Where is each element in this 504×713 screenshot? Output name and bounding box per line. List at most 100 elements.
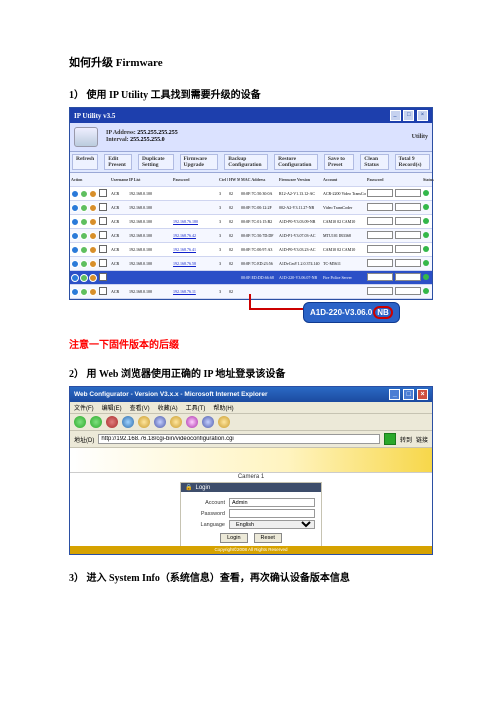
open-icon[interactable] — [89, 260, 97, 268]
home-icon[interactable] — [138, 416, 150, 428]
btn-edit-present[interactable]: Edit Present — [104, 154, 132, 170]
cell-pw-input[interactable] — [395, 189, 421, 197]
info-icon[interactable] — [71, 218, 79, 226]
open-icon[interactable] — [89, 274, 97, 282]
table-row[interactable]: ACR192.168.0.100192.168.76.5830200:0F:7C… — [70, 257, 432, 271]
ie-close-icon[interactable]: × — [417, 389, 428, 400]
menu-file[interactable]: 文件(F) — [74, 403, 94, 412]
play-icon[interactable] — [80, 190, 88, 198]
row-checkbox[interactable] — [99, 217, 107, 225]
login-button[interactable]: Login — [220, 533, 247, 543]
forward-icon[interactable] — [90, 416, 102, 428]
open-icon[interactable] — [89, 190, 97, 198]
account-input[interactable] — [229, 498, 315, 507]
btn-backup[interactable]: Backup Configuration — [224, 154, 268, 170]
cell-acc-input[interactable] — [367, 217, 393, 225]
cell-pw-input[interactable] — [395, 273, 421, 281]
cell-link[interactable]: 192.168.76.180 — [172, 218, 218, 225]
menu-help[interactable]: 帮助(H) — [213, 403, 233, 412]
callout-annotation: A1D-220-V3.06.0NB — [69, 294, 435, 328]
btn-duplicate[interactable]: Duplicate Setting — [138, 154, 174, 170]
row-checkbox[interactable] — [99, 273, 107, 281]
password-input[interactable] — [229, 509, 315, 518]
minimize-icon[interactable]: _ — [390, 110, 401, 121]
table-row[interactable]: ACR192.168.0.10030200:0F:7C:00:12:2F002-… — [70, 201, 432, 215]
play-icon[interactable] — [80, 204, 88, 212]
refresh-icon[interactable] — [122, 416, 134, 428]
play-icon[interactable] — [80, 246, 88, 254]
favorites-icon[interactable] — [170, 416, 182, 428]
open-icon[interactable] — [89, 218, 97, 226]
open-icon[interactable] — [89, 204, 97, 212]
table-row[interactable]: ACR192.168.0.100192.168.76.4130200:0F:7C… — [70, 243, 432, 257]
print-icon[interactable] — [218, 416, 230, 428]
play-icon[interactable] — [80, 274, 88, 282]
ie-window-buttons: _ □ × — [388, 389, 428, 400]
table-row[interactable]: 00:0F:ED:DD:66:68A1D-220-V3.06.07-NBFire… — [70, 271, 432, 285]
cell-acc-input[interactable] — [367, 273, 393, 281]
links-label[interactable]: 链接 — [416, 435, 428, 444]
open-icon[interactable] — [89, 246, 97, 254]
ie-maximize-icon[interactable]: □ — [403, 389, 414, 400]
cell-pw-input[interactable] — [395, 259, 421, 267]
close-icon[interactable]: × — [417, 110, 428, 121]
row-checkbox[interactable] — [99, 189, 107, 197]
play-icon[interactable] — [80, 232, 88, 240]
btn-clean-status[interactable]: Clean Status — [360, 154, 388, 170]
row-checkbox[interactable] — [99, 231, 107, 239]
cell-link[interactable]: 192.168.76.58 — [172, 260, 218, 267]
mail-icon[interactable] — [202, 416, 214, 428]
cell-fwver — [278, 291, 322, 293]
stop-icon[interactable] — [106, 416, 118, 428]
back-icon[interactable] — [74, 416, 86, 428]
language-select[interactable]: English — [229, 520, 315, 529]
info-icon[interactable] — [71, 204, 79, 212]
cell-link[interactable]: 192.168.76.41 — [172, 246, 218, 253]
play-icon[interactable] — [80, 218, 88, 226]
info-icon[interactable] — [71, 190, 79, 198]
menu-tools[interactable]: 工具(T) — [186, 403, 206, 412]
cell-acc-input[interactable] — [367, 189, 393, 197]
menu-fav[interactable]: 收藏(A) — [158, 403, 178, 412]
cell-pw-input[interactable] — [395, 217, 421, 225]
table-row[interactable]: ACR192.168.0.100192.168.76.4230200:0F:7C… — [70, 229, 432, 243]
cell-link[interactable] — [172, 207, 218, 209]
reset-button[interactable]: Reset — [254, 533, 282, 543]
maximize-icon[interactable]: □ — [403, 110, 414, 121]
utility-tab[interactable]: Utility — [412, 134, 428, 140]
cell-acc-input[interactable] — [367, 245, 393, 253]
info-icon[interactable] — [71, 232, 79, 240]
address-input[interactable] — [98, 434, 380, 444]
go-button-icon[interactable] — [384, 433, 396, 445]
menu-view[interactable]: 查看(V) — [130, 403, 150, 412]
btn-refresh[interactable]: Refresh — [72, 154, 98, 170]
history-icon[interactable] — [186, 416, 198, 428]
table-row[interactable]: ACR192.168.0.10030200:0F:7C:50:30:0AR12-… — [70, 187, 432, 201]
info-icon[interactable] — [71, 246, 79, 254]
cell-acc-input[interactable] — [367, 231, 393, 239]
info-icon[interactable] — [71, 274, 79, 282]
cell-link[interactable]: 192.168.76.42 — [172, 232, 218, 239]
go-label[interactable]: 转到 — [400, 435, 412, 444]
search-icon[interactable] — [154, 416, 166, 428]
row-checkbox[interactable] — [99, 259, 107, 267]
menu-edit[interactable]: 编辑(E) — [102, 403, 122, 412]
cell-acc-input[interactable] — [367, 259, 393, 267]
open-icon[interactable] — [89, 232, 97, 240]
row-checkbox[interactable] — [99, 245, 107, 253]
btn-fw-upgrade[interactable]: Firmware Upgrade — [180, 154, 219, 170]
play-icon[interactable] — [80, 260, 88, 268]
cell-pw-input[interactable] — [395, 245, 421, 253]
table-row[interactable]: ACR192.168.0.100192.168.76.18030200:0F:7… — [70, 215, 432, 229]
btn-restore[interactable]: Restore Configuration — [274, 154, 318, 170]
row-checkbox[interactable] — [99, 203, 107, 211]
cell-acc-input[interactable] — [367, 203, 393, 211]
cell-link[interactable] — [172, 193, 218, 195]
info-icon[interactable] — [71, 260, 79, 268]
col-pw2: Password — [366, 176, 394, 183]
ie-minimize-icon[interactable]: _ — [389, 389, 400, 400]
btn-save-preset[interactable]: Save to Preset — [324, 154, 354, 170]
cell-link[interactable] — [172, 277, 218, 279]
cell-pw-input[interactable] — [395, 203, 421, 211]
cell-pw-input[interactable] — [395, 231, 421, 239]
